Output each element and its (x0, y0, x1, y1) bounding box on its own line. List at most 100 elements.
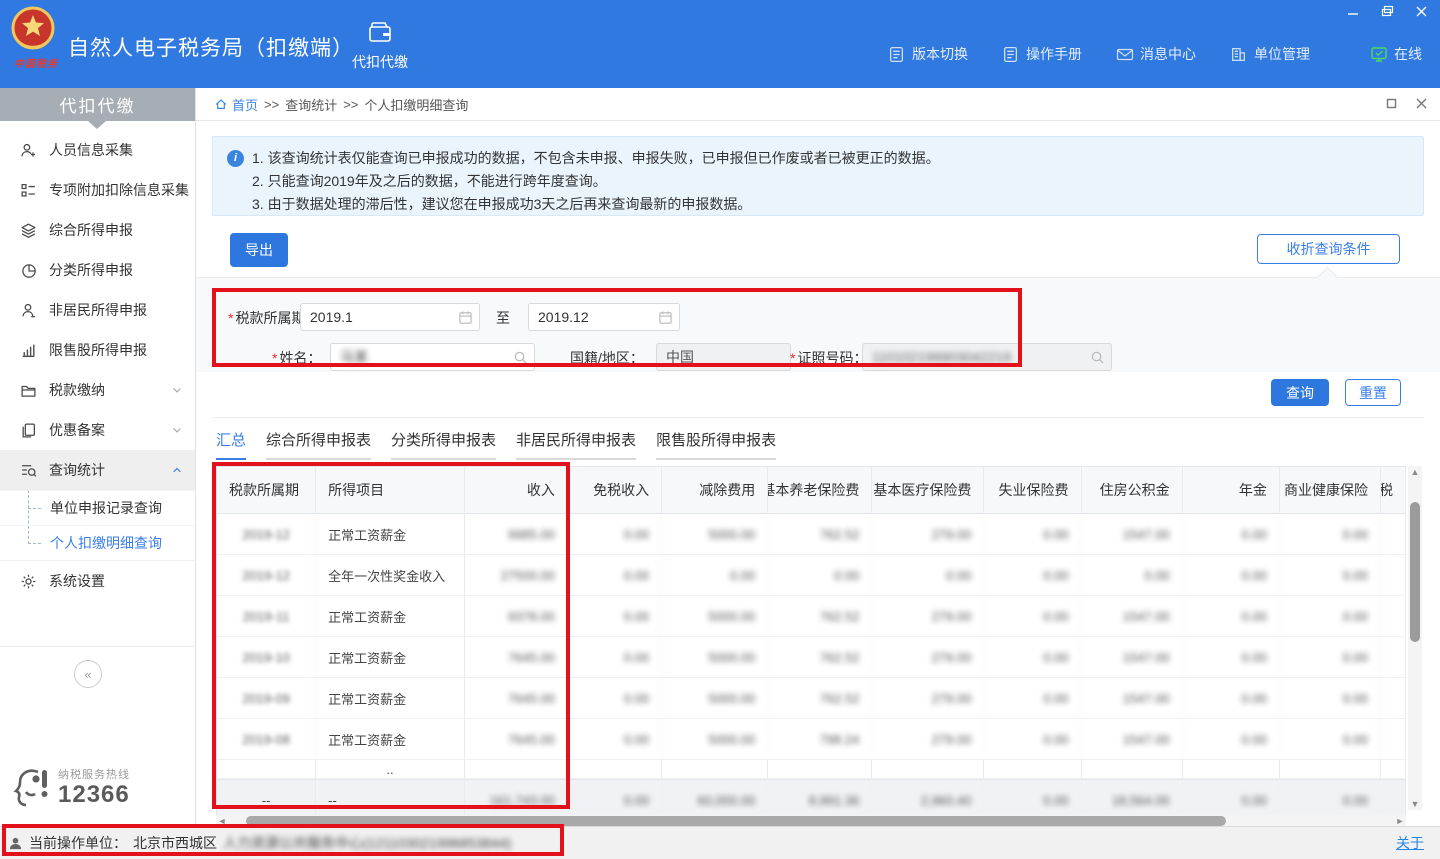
table-cell: 27500.00 (465, 555, 568, 595)
sidebar-collapse-button[interactable]: « (74, 660, 102, 688)
table-cell: 0.00 (984, 780, 1081, 820)
national-emblem-icon (10, 6, 56, 54)
notice-box: i 1. 该查询统计表仅能查询已申报成功的数据，不包含未申报、申报失败，已申报但… (212, 136, 1424, 216)
table-cell: 2019-10 (217, 637, 316, 677)
home-icon (214, 97, 228, 111)
close-icon[interactable] (1412, 3, 1430, 19)
vertical-scroll-thumb[interactable] (1410, 502, 1420, 642)
logo-caption: 中国税务 (10, 55, 62, 70)
sidebar-item-9[interactable]: 系统设置 (0, 561, 195, 601)
vertical-scrollbar[interactable]: ▲ ▼ (1408, 466, 1422, 810)
table-cell: 7645.00 (465, 678, 568, 718)
table-cell: 2019-12 (217, 514, 316, 554)
table-cell: 1547.00 (1082, 596, 1183, 636)
header-nav-item-4[interactable]: 在线 (1370, 44, 1422, 64)
breadcrumb-section[interactable]: 查询统计 (285, 95, 337, 114)
breadcrumb-home-label: 首页 (232, 95, 258, 114)
window-controls (1344, 3, 1430, 19)
restore-icon[interactable] (1378, 3, 1396, 19)
tab-3[interactable]: 非居民所得申报表 (516, 429, 636, 460)
scroll-left-icon[interactable]: ◄ (216, 815, 228, 826)
table-row-2[interactable]: 2019-11正常工资薪金9378.000.005000.00762.52279… (217, 596, 1406, 637)
scroll-down-icon[interactable]: ▼ (1408, 798, 1422, 810)
calendar-icon[interactable] (458, 310, 473, 325)
sidebar-item-label: 非居民所得申报 (49, 300, 183, 320)
operating-unit-name: 人力资源公共服务中心(121103021996853844) (223, 833, 511, 853)
column-header-3: 免税收入 (568, 467, 662, 513)
period-from-input[interactable]: 2019.1 (300, 303, 480, 331)
table-cell: 0.00 (1280, 678, 1381, 718)
sidebar-item-7[interactable]: 优惠备案 (0, 410, 195, 450)
sidebar-subitem-0[interactable]: 单位申报记录查询 (0, 490, 195, 525)
result-tabs: 汇总综合所得申报表分类所得申报表非居民所得申报表限售股所得申报表 (216, 429, 776, 460)
about-link[interactable]: 关于 (1396, 833, 1424, 853)
column-header-2: 收入 (465, 467, 568, 513)
panel-close-icon[interactable] (1414, 96, 1428, 110)
table-cell (1381, 780, 1406, 820)
table-cell: 0.00 (1183, 514, 1280, 554)
message-center-icon (1116, 46, 1133, 63)
sidebar-item-6[interactable]: 税款缴纳 (0, 370, 195, 410)
period-to-input[interactable]: 2019.12 (528, 303, 680, 331)
hotline-headset-icon (12, 766, 52, 812)
reset-button[interactable]: 重置 (1345, 379, 1401, 406)
table-row-0[interactable]: 2019-12正常工资薪金9985.000.005000.00762.52279… (217, 514, 1406, 555)
table-cell: 0.00 (984, 514, 1081, 554)
sidebar-subitem-1[interactable]: 个人扣缴明细查询 (0, 525, 195, 560)
tab-withholding[interactable]: 代扣代缴 (348, 18, 412, 72)
table-cell: 2019-11 (217, 596, 316, 636)
header-nav-item-3[interactable]: 单位管理 (1230, 44, 1310, 64)
table-cell: .. (316, 760, 465, 778)
app-window: 中国税务 自然人电子税务局（扣缴端） 代扣代缴 版本切换操作手册消息中心单位管理… (0, 0, 1440, 859)
calendar-icon[interactable] (658, 310, 673, 325)
name-input[interactable]: 马某 (330, 343, 535, 371)
table-cell: 0.00 (1183, 596, 1280, 636)
query-button[interactable]: 查询 (1271, 379, 1329, 406)
sidebar-item-4[interactable]: 非居民所得申报 (0, 290, 195, 330)
sidebar-item-1[interactable]: 专项附加扣除信息采集 (0, 170, 195, 210)
collapse-query-button[interactable]: 收折查询条件 (1257, 234, 1400, 264)
tab-4[interactable]: 限售股所得申报表 (656, 429, 776, 460)
chevron-down-icon (171, 384, 183, 396)
panel-maximize-icon[interactable] (1384, 96, 1398, 110)
tree-dash (28, 508, 41, 509)
scroll-up-icon[interactable]: ▲ (1408, 466, 1422, 478)
table-row-5[interactable]: 2019-08正常工资薪金7645.000.005000.00798.24279… (217, 719, 1406, 760)
layers-icon (20, 222, 37, 239)
chevron-down-icon (171, 424, 183, 436)
tab-0[interactable]: 汇总 (216, 429, 246, 460)
table-row-1[interactable]: 2019-12全年一次性奖金收入27500.000.000.000.000.00… (217, 555, 1406, 596)
header-nav-item-2[interactable]: 消息中心 (1116, 44, 1196, 64)
header-nav-item-1[interactable]: 操作手册 (1002, 44, 1082, 64)
table-cell: 0.00 (768, 555, 872, 595)
tab-1[interactable]: 综合所得申报表 (266, 429, 371, 460)
header-nav-item-0[interactable]: 版本切换 (888, 44, 968, 64)
form-list-icon (20, 182, 37, 199)
export-button[interactable]: 导出 (230, 233, 288, 267)
table-cell: 1547.00 (1082, 678, 1183, 718)
sidebar-item-2[interactable]: 综合所得申报 (0, 210, 195, 250)
version-switch-icon (888, 46, 905, 63)
sidebar-item-label: 查询统计 (49, 460, 159, 480)
breadcrumb-home[interactable]: 首页 (214, 95, 258, 114)
person-icon (20, 302, 37, 319)
table-cell: 0.00 (568, 678, 662, 718)
sidebar-item-5[interactable]: 限售股所得申报 (0, 330, 195, 370)
sidebar-item-8[interactable]: 查询统计 (0, 450, 195, 490)
search-icon[interactable] (513, 350, 528, 365)
minimize-icon[interactable] (1344, 3, 1362, 19)
bar-chart-icon (20, 342, 37, 359)
sidebar-item-3[interactable]: 分类所得申报 (0, 250, 195, 290)
table-row-4[interactable]: 2019-09正常工资薪金7645.000.005000.00762.52279… (217, 678, 1406, 719)
horizontal-scrollbar[interactable]: ◄ ► (216, 815, 1406, 826)
table-row-partial[interactable]: .. (217, 760, 1406, 779)
table-cell: 0.00 (872, 555, 984, 595)
sidebar-header-pointer (88, 121, 106, 138)
scroll-right-icon[interactable]: ► (1394, 815, 1406, 826)
table-cell (1381, 678, 1406, 718)
tab-2[interactable]: 分类所得申报表 (391, 429, 496, 460)
horizontal-scroll-thumb[interactable] (246, 816, 1226, 826)
unit-management-icon (1230, 46, 1247, 63)
search-icon[interactable] (1090, 350, 1105, 365)
table-row-3[interactable]: 2019-10正常工资薪金7645.000.005000.00762.52279… (217, 637, 1406, 678)
